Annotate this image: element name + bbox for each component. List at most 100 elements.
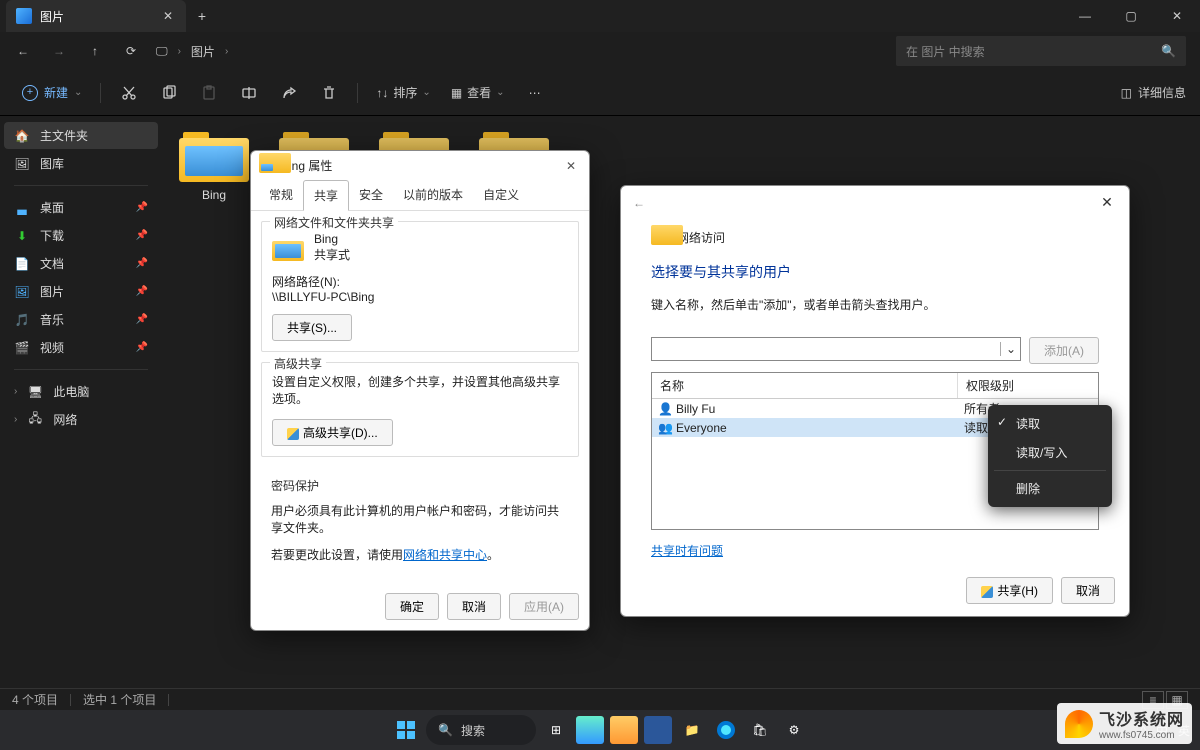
sidebar-item-desktop[interactable]: ▃桌面📌 (4, 194, 158, 221)
sort-button[interactable]: ↑↓ 排序 ⌄ (368, 80, 438, 105)
sidebar-item-videos[interactable]: 🎬视频📌 (4, 334, 158, 361)
details-pane-button[interactable]: ◫ 详细信息 (1121, 84, 1186, 101)
search-icon: 🔍 (1161, 44, 1176, 58)
pwd-post: 。 (487, 548, 499, 562)
more-button[interactable]: ⋯ (517, 78, 553, 108)
search-placeholder: 在 图片 中搜索 (906, 43, 985, 60)
start-button[interactable] (392, 716, 420, 744)
folder-icon (259, 159, 275, 173)
tab-share[interactable]: 共享 (303, 180, 349, 211)
taskbar-app[interactable] (644, 716, 672, 744)
back-button[interactable]: ← (633, 196, 645, 210)
dialog-titlebar[interactable]: ← ✕ (621, 186, 1129, 219)
forward-button[interactable]: → (42, 36, 76, 66)
cut-button[interactable] (111, 78, 147, 108)
sidebar-item-network[interactable]: ›🖧网络 (4, 406, 158, 433)
password-text-2: 若要更改此设置，请使用网络和共享中心。 (271, 546, 569, 563)
sort-icon: ↑↓ (376, 86, 388, 100)
back-button[interactable]: ← (6, 36, 40, 66)
view-button[interactable]: ▦ 查看 ⌄ (443, 80, 513, 105)
sidebar: 🏠主文件夹 🖼图库 ▃桌面📌 ⬇下载📌 📄文档📌 🖼图片📌 🎵音乐📌 🎬视频📌 … (0, 116, 162, 688)
add-button[interactable]: 添加(A) (1029, 337, 1099, 364)
tab-close-button[interactable]: ✕ (160, 9, 176, 23)
search-input[interactable]: 在 图片 中搜索 🔍 (896, 36, 1186, 66)
dialog-close-button[interactable]: ✕ (1097, 194, 1117, 211)
dialog-tabs: 常规 共享 安全 以前的版本 自定义 (251, 180, 589, 211)
taskbar-app[interactable] (576, 716, 604, 744)
sidebar-item-documents[interactable]: 📄文档📌 (4, 250, 158, 277)
tab-previous-versions[interactable]: 以前的版本 (393, 180, 473, 210)
task-view-button[interactable]: ⊞ (542, 716, 570, 744)
tab-customize[interactable]: 自定义 (473, 180, 529, 210)
downloads-icon: ⬇ (14, 228, 30, 244)
view-icon: ▦ (451, 86, 462, 100)
tab-pictures[interactable]: 图片 ✕ (6, 0, 186, 32)
tab-general[interactable]: 常规 (259, 180, 303, 210)
menu-item-remove[interactable]: 删除 (988, 474, 1112, 503)
copy-button[interactable] (151, 78, 187, 108)
row-name: Billy Fu (676, 402, 715, 416)
new-tab-button[interactable]: + (186, 8, 218, 24)
help-link[interactable]: 共享时有问题 (651, 544, 723, 558)
search-icon: 🔍 (438, 723, 453, 737)
network-center-link[interactable]: 网络和共享中心 (403, 548, 487, 562)
dialog-close-button[interactable]: ✕ (561, 159, 581, 173)
nav-bar: ← → ↑ ⟳ 🖵 › 图片 › 在 图片 中搜索 🔍 (0, 32, 1200, 70)
sidebar-item-music[interactable]: 🎵音乐📌 (4, 306, 158, 333)
menu-item-read[interactable]: 读取 (988, 409, 1112, 438)
taskbar-settings[interactable]: ⚙ (780, 716, 808, 744)
group-icon: 👥 (658, 421, 672, 435)
cancel-button[interactable]: 取消 (447, 593, 501, 620)
col-level[interactable]: 权限级别 (958, 373, 1098, 398)
refresh-button[interactable]: ⟳ (114, 36, 148, 66)
folder-icon (272, 235, 304, 261)
taskbar-search[interactable]: 🔍搜索 (426, 715, 536, 745)
sidebar-item-pictures[interactable]: 🖼图片📌 (4, 278, 158, 305)
adv-share-text: 设置自定义权限，创建多个共享，并设置其他高级共享选项。 (272, 373, 568, 407)
new-button[interactable]: + 新建 ⌄ (14, 80, 90, 105)
tab-security[interactable]: 安全 (349, 180, 393, 210)
breadcrumb-pictures[interactable]: 图片 (191, 43, 215, 60)
sidebar-item-thispc[interactable]: ›🖥此电脑 (4, 378, 158, 405)
share-button[interactable] (271, 78, 307, 108)
apply-button[interactable]: 应用(A) (509, 593, 579, 620)
separator (70, 694, 71, 706)
cancel-button[interactable]: 取消 (1061, 577, 1115, 604)
details-label: 详细信息 (1138, 84, 1186, 101)
address-bar[interactable]: 🖵 › 图片 › (156, 43, 228, 60)
separator (357, 83, 358, 103)
rename-button[interactable] (231, 78, 267, 108)
col-name[interactable]: 名称 (652, 373, 958, 398)
sidebar-item-gallery[interactable]: 🖼图库 (4, 150, 158, 177)
folder-bing[interactable]: Bing (174, 128, 254, 202)
password-text-1: 用户必须具有此计算机的用户帐户和密码，才能访问共享文件夹。 (271, 502, 569, 536)
user-combo-input[interactable]: ⌄ (651, 337, 1021, 361)
dialog-footer: 确定 取消 应用(A) (251, 583, 589, 630)
up-button[interactable]: ↑ (78, 36, 112, 66)
menu-item-readwrite[interactable]: 读取/写入 (988, 438, 1112, 467)
taskbar-store[interactable]: 🛍 (746, 716, 774, 744)
taskbar-edge[interactable] (712, 716, 740, 744)
share-button[interactable]: 共享(H) (966, 577, 1053, 604)
close-button[interactable]: ✕ (1154, 0, 1200, 32)
paste-button[interactable] (191, 78, 227, 108)
maximize-button[interactable]: ▢ (1108, 0, 1154, 32)
pin-icon: 📌 (136, 230, 148, 241)
taskbar-app[interactable] (610, 716, 638, 744)
chevron-right-icon: › (178, 46, 181, 57)
dialog-titlebar[interactable]: Bing 属性 ✕ (251, 151, 589, 180)
ok-button[interactable]: 确定 (385, 593, 439, 620)
delete-button[interactable] (311, 78, 347, 108)
videos-icon: 🎬 (14, 340, 30, 356)
sidebar-item-downloads[interactable]: ⬇下载📌 (4, 222, 158, 249)
chevron-right-icon: › (225, 46, 228, 57)
share-button[interactable]: 共享(S)... (272, 314, 352, 341)
minimize-button[interactable]: ― (1062, 0, 1108, 32)
group-title: 网络文件和文件夹共享 (270, 214, 398, 231)
advanced-share-button[interactable]: 高级共享(D)... (272, 419, 393, 446)
sidebar-item-home[interactable]: 🏠主文件夹 (4, 122, 158, 149)
toolbar: + 新建 ⌄ ↑↓ 排序 ⌄ ▦ 查看 ⌄ ⋯ ◫ 详细信息 (0, 70, 1200, 116)
chevron-down-icon: ⌄ (1000, 342, 1016, 356)
user-icon: 👤 (658, 402, 672, 416)
taskbar-explorer[interactable]: 📁 (678, 716, 706, 744)
